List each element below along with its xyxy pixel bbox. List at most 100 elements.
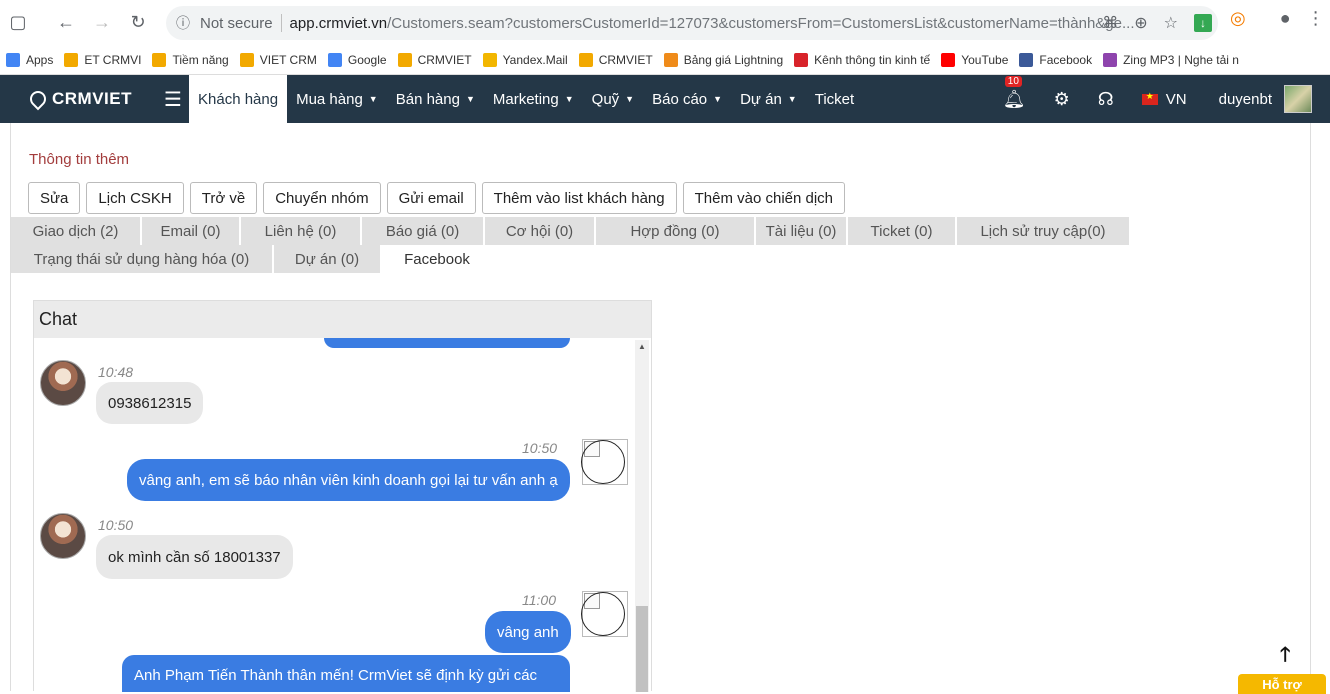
bookmark-item[interactable]: Bảng giá Lightning — [663, 52, 783, 67]
toolbar-button[interactable]: Lịch CSKH — [86, 182, 184, 214]
agent-avatar — [581, 591, 628, 637]
nav-menu: Khách hàng Mua hàng ▼ Bán hàng ▼ Marketing ▼ Qu… — [189, 75, 863, 123]
forward-icon[interactable]: → — [84, 5, 120, 41]
crmviet-icon — [64, 52, 79, 67]
scroll-to-top-icon[interactable]: 🡑 — [1280, 640, 1290, 674]
nav-item[interactable]: Báo cáo ▼ — [643, 75, 731, 123]
help-button[interactable]: Hỗ trợ — [1238, 674, 1326, 694]
message-time: 11:00 — [522, 592, 556, 608]
username[interactable]: duyenbt — [1219, 91, 1272, 108]
tab[interactable]: Trạng thái sử dụng hàng hóa (0) — [11, 245, 274, 273]
tab[interactable]: Giao dịch (2) — [11, 217, 142, 245]
bookmark-item[interactable]: Tiềm năng — [152, 52, 229, 67]
incoming-message: 0938612315 — [96, 382, 204, 424]
bookmark-label: Google — [347, 52, 387, 67]
chrome-extension-icon[interactable]: ◎ — [1230, 8, 1246, 29]
bookmark-item[interactable]: VIET CRM — [239, 52, 317, 67]
chat-panel: Chat 10:48 0938612315 10:50 vâng anh, em… — [33, 300, 652, 692]
bookmark-item[interactable]: Apps — [6, 52, 53, 67]
message-time: 10:50 — [98, 517, 134, 533]
google-icon — [327, 52, 342, 67]
bookmarks-bar: Apps ET CRMVI Tiềm năng VIET CRM Google CRMVI… — [0, 45, 1330, 75]
reload-icon[interactable]: ↻ — [120, 5, 156, 41]
tab[interactable]: Cơ hội (0) — [485, 217, 596, 245]
bookmark-label: CRMVIET — [417, 52, 472, 67]
toolbar-button[interactable]: Chuyển nhóm — [263, 182, 381, 214]
headset-support-icon[interactable]: ☊ — [1098, 89, 1114, 110]
bookmark-item[interactable]: Facebook — [1019, 52, 1092, 67]
scroll-thumb[interactable] — [636, 606, 648, 692]
nav-item[interactable]: Dự án ▼ — [731, 75, 806, 123]
app-navbar: CRMVIET ☰ Khách hàng Mua hàng ▼ Bán hàng ▼ Ma… — [0, 75, 1330, 123]
tab[interactable]: Email (0) — [142, 217, 241, 245]
message-time: 10:50 — [522, 440, 558, 456]
nav-item-label: Quỹ — [591, 90, 620, 108]
tab[interactable]: Liên hệ (0) — [241, 217, 362, 245]
menu-dots-icon[interactable]: ⋮ — [1307, 8, 1325, 29]
toolbar-button[interactable]: Sửa — [28, 182, 81, 214]
tab[interactable]: Lịch sử truy cập(0) — [957, 217, 1131, 245]
customer-avatar — [40, 513, 86, 559]
tab[interactable]: Facebook — [382, 245, 494, 273]
avatar-circle — [581, 440, 625, 484]
bookmark-item[interactable]: ET CRMVI — [64, 52, 142, 67]
bookmark-item[interactable]: CRMVIET — [578, 52, 653, 67]
back-icon[interactable]: ← — [48, 5, 84, 41]
scroll-up-arrow-icon[interactable]: ▲ — [638, 342, 646, 351]
toolbar-button[interactable]: Thêm vào list khách hàng — [481, 182, 677, 214]
tab[interactable]: Ticket (0) — [848, 217, 957, 245]
user-avatar[interactable] — [1284, 85, 1312, 113]
tab[interactable]: Báo giá (0) — [362, 217, 485, 245]
settings-gear-icon[interactable]: ⚙ — [1054, 89, 1070, 110]
toolbar-button[interactable]: Trở về — [189, 182, 258, 214]
bookmark-item[interactable]: CRMVIET — [397, 52, 472, 67]
tab-row-1: Giao dịch (2) Email (0) Liên hệ (0) Báo giá… — [11, 217, 1312, 245]
star-icon[interactable]: ☆ — [1164, 13, 1178, 33]
brand-name: CRMVIET — [52, 89, 132, 108]
crmviet-icon — [578, 52, 593, 67]
tab[interactable]: Dự án (0) — [274, 245, 382, 273]
nav-item[interactable]: Ticket — [806, 75, 863, 123]
address-bar[interactable]: ⓘ Not secure app.crmviet.vn /Customers.s… — [166, 6, 1218, 40]
bookmark-item[interactable]: Zing MP3 | Nghe tải n — [1103, 52, 1239, 67]
bookmark-item[interactable]: Kênh thông tin kinh tế — [794, 52, 930, 67]
translate-icon[interactable]: ⌘ — [1102, 13, 1118, 33]
bookmark-label: Tiềm năng — [172, 52, 229, 67]
nav-item-label: Mua hàng — [296, 90, 363, 108]
tab[interactable]: Hợp đồng (0) — [596, 217, 756, 245]
hamburger-menu-icon[interactable]: ☰ — [158, 87, 188, 112]
brand-logo[interactable]: CRMVIET — [26, 87, 158, 111]
notification-bell-icon[interactable]: 🔔︎ 10 — [1003, 75, 1026, 110]
d-icon — [663, 52, 678, 67]
nav-item[interactable]: Khách hàng — [189, 75, 288, 123]
zoom-icon[interactable]: ⊕ — [1134, 13, 1147, 33]
tab-list-icon[interactable]: ▢ — [0, 5, 36, 41]
tab[interactable]: Tài liệu (0) — [756, 217, 848, 245]
bookmark-label: Zing MP3 | Nghe tải n — [1123, 52, 1239, 67]
chat-scrollbar[interactable]: ▲ — [635, 340, 649, 692]
chat-messages[interactable]: 10:48 0938612315 10:50 vâng anh, em sẽ b… — [34, 338, 651, 692]
bookmark-label: ET CRMVI — [84, 52, 142, 67]
toolbar-button[interactable]: Gửi email — [386, 182, 476, 214]
bookmark-label: CRMVIET — [598, 52, 653, 67]
vietnam-flag-icon — [1141, 91, 1158, 105]
download-extension-icon[interactable]: ↓ — [1194, 14, 1212, 32]
profile-icon[interactable]: ● — [1280, 8, 1291, 29]
chevron-down-icon: ▼ — [465, 94, 475, 104]
previous-message-bubble — [324, 338, 570, 348]
nav-item[interactable]: Quỹ ▼ — [583, 75, 643, 123]
toolbar-button[interactable]: Thêm vào chiến dịch — [682, 182, 846, 214]
nav-item[interactable]: Bán hàng ▼ — [387, 75, 484, 123]
bookmark-item[interactable]: Google — [327, 52, 387, 67]
nav-item-label: Bán hàng — [395, 90, 460, 108]
section-title: Thông tin thêm — [29, 151, 130, 168]
chevron-down-icon: ▼ — [787, 94, 797, 104]
info-icon[interactable]: ⓘ — [166, 13, 200, 33]
nav-item[interactable]: Marketing ▼ — [484, 75, 583, 123]
bookmark-item[interactable]: YouTube — [941, 52, 1008, 67]
chat-title: Chat — [34, 301, 651, 338]
language-selector[interactable]: VN — [1141, 91, 1187, 108]
customer-avatar — [40, 360, 86, 406]
nav-item[interactable]: Mua hàng ▼ — [287, 75, 387, 123]
bookmark-item[interactable]: Yandex.Mail — [482, 52, 568, 67]
